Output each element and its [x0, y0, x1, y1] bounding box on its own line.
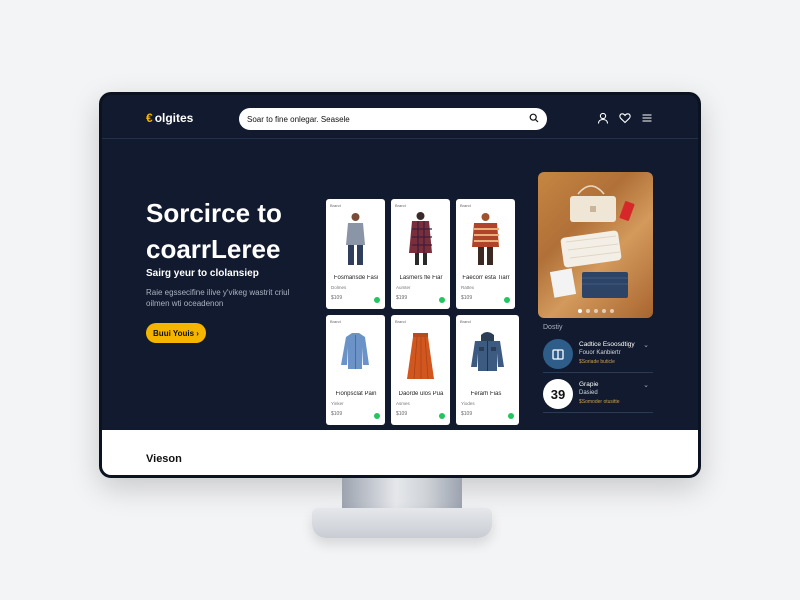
brand-logo[interactable]: € olgites	[146, 111, 193, 125]
in-stock-check-icon	[439, 413, 445, 419]
product-card[interactable]: Brand Fosmansde Fasi Dolmes $109	[326, 199, 385, 309]
side-list-item[interactable]: Cadtice Esoosdtigy Fouor Kanbiertr $Sori…	[543, 335, 653, 373]
hero-description: Raie egssecifine ilive y'vikeg wastrit c…	[146, 288, 290, 308]
product-tag: Brand	[330, 319, 341, 324]
side-item-subtitle: Fouor Kanbiertr	[579, 350, 621, 356]
product-price: $109	[396, 411, 408, 417]
product-tag: Brand	[395, 203, 406, 208]
product-brand: Asmes	[396, 401, 410, 406]
chevron-down-icon[interactable]: ⌄	[643, 381, 649, 389]
chevron-down-icon[interactable]: ⌄	[643, 341, 649, 349]
carousel-dot[interactable]	[601, 309, 606, 313]
in-stock-check-icon	[374, 413, 380, 419]
section-title: Vieson	[146, 453, 182, 465]
product-price: $109	[461, 295, 473, 301]
in-stock-check-icon	[508, 413, 514, 419]
logo-text: olgites	[154, 111, 194, 125]
product-card[interactable]: Brand Daorde ulos Pua Asmes $109	[391, 315, 450, 425]
product-price: $109	[461, 411, 473, 417]
monitor-screen: € olgites Soar to fine onlegar. Seasele …	[99, 92, 701, 478]
product-tag: Brand	[395, 319, 406, 324]
search-input[interactable]: Soar to fine onlegar. Seasele	[247, 115, 523, 124]
product-name: Fosmansde Fasi	[333, 275, 379, 281]
denim-jacket-icon	[471, 332, 504, 371]
user-account-icon[interactable]	[596, 111, 610, 125]
side-item-subtitle: Dasied	[579, 390, 598, 396]
hero-subtitle: Sairg yeur to clolansiep	[146, 268, 259, 279]
product-name: Faecorr esta Tiarr	[462, 275, 510, 281]
side-item-title: Grapie	[579, 381, 599, 388]
count-avatar: 39	[543, 379, 573, 409]
top-navbar: € olgites Soar to fine onlegar. Seasele	[102, 95, 698, 139]
product-name: Lasmers fle Fiar	[399, 275, 443, 281]
package-icon	[543, 339, 573, 369]
flatlay-accessories-icon	[549, 185, 635, 298]
blue-shirt-icon	[341, 333, 369, 369]
product-name: Daorde ulos Pua	[398, 391, 444, 397]
product-tag: Brand	[460, 203, 471, 208]
in-stock-check-icon	[374, 297, 380, 303]
product-card[interactable]: Brand Faecorr esta Tiarr Rattex $109	[456, 199, 515, 309]
side-item-meta: $Soriade buticle	[579, 359, 615, 365]
product-price: $109	[331, 295, 343, 301]
wishlist-heart-icon[interactable]	[618, 111, 632, 125]
hero-title-line-1: Sorcirce to	[146, 198, 282, 228]
grey-sweater-figure-icon	[346, 213, 365, 265]
product-brand: Yiodes	[461, 401, 475, 406]
product-card[interactable]: Brand Lasmers fle Fiar Aumter $199	[391, 199, 450, 309]
product-tag: Brand	[330, 203, 341, 208]
carousel-dot[interactable]	[609, 309, 614, 313]
side-item-meta: $Somoder otusitte	[579, 399, 620, 405]
shop-now-button[interactable]: Buui Youis ›	[146, 323, 206, 343]
product-price: $109	[331, 411, 343, 417]
bottom-section: Vieson	[102, 430, 698, 475]
product-brand: Aumter	[396, 285, 411, 290]
orange-skirt-icon	[407, 333, 434, 380]
monitor-stand-neck	[342, 478, 462, 512]
featured-product-photo[interactable]	[538, 172, 653, 318]
carousel-dots[interactable]	[538, 309, 653, 313]
striped-sweater-figure-icon	[472, 213, 499, 265]
menu-hamburger-icon[interactable]	[640, 111, 654, 125]
logo-mark-icon: €	[146, 111, 153, 125]
product-brand: Rattex	[461, 285, 475, 290]
hero-title-line-2: coarrLeree	[146, 234, 281, 264]
side-item-title: Cadtice Esoosdtigy	[579, 341, 635, 348]
product-card[interactable]: Brand Ferarh Fias Yiodes $109	[456, 315, 519, 425]
carousel-dot[interactable]	[585, 309, 590, 313]
side-section-label: Dostiy	[543, 324, 563, 331]
hero-title: Sorcirce to coarrLeree	[146, 195, 316, 267]
search-bar[interactable]: Soar to fine onlegar. Seasele	[239, 108, 547, 130]
product-tag: Brand	[460, 319, 471, 324]
product-name: Fionpsclat Pain	[335, 391, 377, 397]
search-icon[interactable]	[529, 110, 539, 128]
in-stock-check-icon	[504, 297, 510, 303]
product-brand: Yinker	[331, 401, 344, 406]
product-price: $199	[396, 295, 408, 301]
plaid-dress-figure-icon	[409, 212, 432, 265]
product-card[interactable]: Brand Fionpsclat Pain Yinker $109	[326, 315, 385, 425]
monitor-stand-base	[312, 508, 492, 538]
product-brand: Dolmes	[331, 285, 347, 290]
side-list-item[interactable]: 39 Grapie Dasied $Somoder otusitte ⌄	[543, 375, 653, 413]
in-stock-check-icon	[439, 297, 445, 303]
carousel-dot[interactable]	[593, 309, 598, 313]
product-name: Ferarh Fias	[470, 391, 502, 397]
carousel-dot[interactable]	[577, 309, 582, 313]
